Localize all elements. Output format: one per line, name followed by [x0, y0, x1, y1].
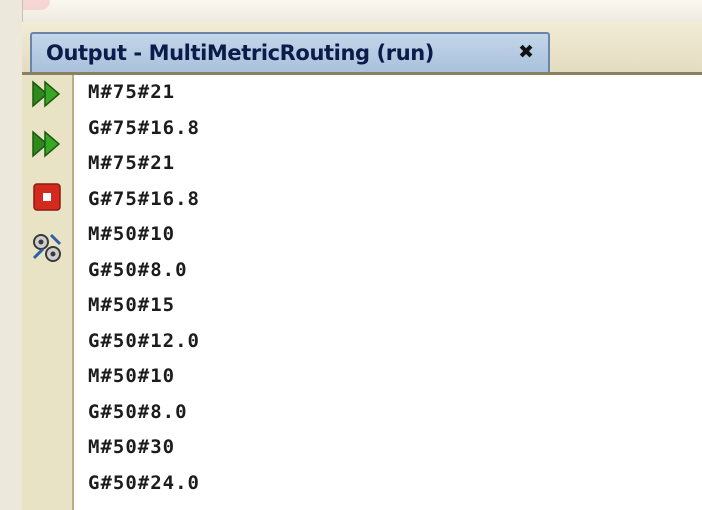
- output-line: M#50#10: [88, 365, 176, 387]
- tab-title: Output - MultiMetricRouting (run): [46, 41, 434, 65]
- settings-button[interactable]: [28, 231, 66, 265]
- output-line: M#75#21: [88, 81, 176, 103]
- output-line: G#50#8.0: [88, 400, 188, 423]
- output-line: M#50#10: [88, 223, 176, 245]
- rerun-icon: [32, 80, 61, 108]
- rerun-different-params-button[interactable]: [28, 127, 66, 161]
- output-toolbar: [22, 75, 74, 510]
- stop-icon: [33, 183, 61, 211]
- stop-button[interactable]: [28, 180, 66, 214]
- output-line: M#50#15: [88, 294, 176, 316]
- output-line: G#50#24.0: [88, 471, 200, 494]
- output-line: G#75#16.8: [88, 116, 200, 139]
- output-line: G#50#12.0: [88, 329, 200, 352]
- close-icon[interactable]: ✖: [518, 40, 534, 64]
- output-line: G#75#16.8: [88, 187, 200, 210]
- output-line: M#50#30: [88, 436, 176, 458]
- output-tab[interactable]: Output - MultiMetricRouting (run) ✖: [30, 32, 550, 72]
- console-output[interactable]: M#75#21 G#75#16.8 M#75#21 G#75#16.8 M#50…: [74, 75, 702, 510]
- settings-icon: [32, 233, 62, 262]
- tab-row: Output - MultiMetricRouting (run) ✖: [22, 22, 702, 75]
- rerun-button[interactable]: [28, 77, 66, 111]
- output-line: M#75#21: [88, 152, 176, 174]
- left-edge: [0, 0, 23, 510]
- rerun-different-params-icon: [32, 130, 61, 158]
- top-strip: [0, 0, 702, 23]
- output-line: G#50#8.0: [88, 258, 188, 281]
- output-window: Output - MultiMetricRouting (run) ✖ M#75…: [0, 0, 702, 510]
